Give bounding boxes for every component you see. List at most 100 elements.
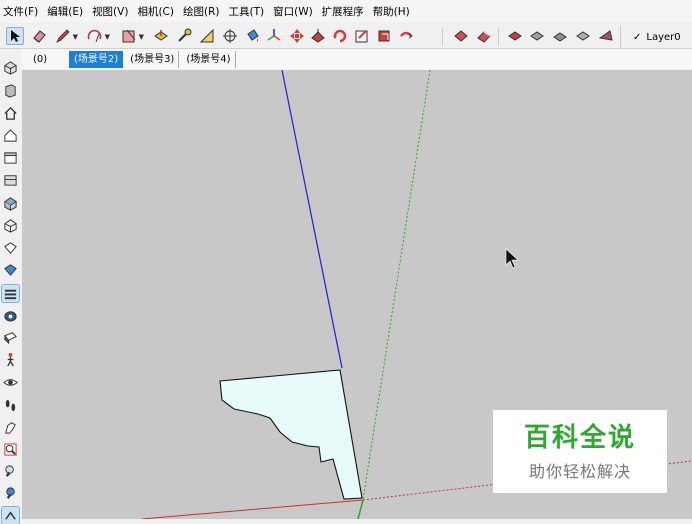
solid-trim-button[interactable] bbox=[528, 27, 546, 45]
current-layer-label: Layer0 bbox=[646, 31, 681, 43]
hidden-line-style-button[interactable] bbox=[2, 239, 19, 256]
magnifier-icon bbox=[5, 465, 14, 477]
menu-draw[interactable]: 绘图(R) bbox=[180, 4, 226, 19]
crosshair-icon bbox=[223, 29, 237, 43]
box-icon bbox=[5, 84, 16, 98]
shaded-style-button[interactable] bbox=[2, 261, 19, 278]
position-camera-button[interactable] bbox=[2, 419, 19, 436]
offset-tool-button[interactable] bbox=[175, 27, 193, 45]
solid-shell-button[interactable] bbox=[574, 27, 592, 45]
move-tool-button[interactable] bbox=[288, 27, 306, 45]
walk-tool-button[interactable] bbox=[2, 351, 19, 368]
offset-icon bbox=[178, 28, 192, 42]
toolbar-separator bbox=[498, 28, 499, 46]
eraser-tool-button[interactable] bbox=[30, 27, 48, 45]
eye-icon bbox=[3, 379, 18, 386]
select-tool-button[interactable] bbox=[6, 27, 24, 45]
menu-tools[interactable]: 工具(T) bbox=[225, 4, 270, 19]
scale-tool-button[interactable] bbox=[309, 27, 327, 45]
axes-tool-button[interactable] bbox=[265, 27, 283, 45]
outer-shell-tool-button[interactable] bbox=[375, 27, 393, 45]
menu-bar: 文件(F) 编辑(E) 视图(V) 相机(C) 绘图(R) 工具(T) 窗口(W… bbox=[0, 0, 692, 22]
rotate-tool-button[interactable] bbox=[331, 27, 349, 45]
follow-me-icon bbox=[355, 30, 368, 43]
monochrome-style-button[interactable] bbox=[2, 307, 19, 324]
walking-person-icon bbox=[7, 352, 14, 367]
section-plane-button[interactable] bbox=[2, 329, 19, 346]
menu-help[interactable]: 帮助(H) bbox=[370, 4, 416, 19]
left-view-button[interactable] bbox=[2, 171, 19, 188]
front-view-button[interactable] bbox=[2, 105, 19, 122]
shape-tool-button[interactable]: ▼ bbox=[120, 27, 144, 45]
look-around-button[interactable] bbox=[2, 374, 19, 391]
dropdown-arrow-icon[interactable]: ▼ bbox=[139, 33, 144, 41]
menu-window[interactable]: 窗口(W) bbox=[270, 4, 319, 19]
push-pull-tool-button[interactable] bbox=[152, 27, 170, 45]
previous-view-icon bbox=[5, 511, 16, 520]
xray-style-button[interactable] bbox=[2, 195, 19, 212]
union-button[interactable] bbox=[475, 27, 493, 45]
zoom-extents-icon bbox=[6, 487, 15, 499]
solid-split-button[interactable] bbox=[551, 27, 569, 45]
back-view-button[interactable] bbox=[2, 149, 19, 166]
arc-icon bbox=[87, 29, 102, 43]
orbit-tool-button[interactable] bbox=[221, 27, 239, 45]
scene-tabs-bar: (0) (场景号2) (场景号3) (场景号4) bbox=[22, 49, 692, 69]
solid-tools-icon bbox=[598, 30, 613, 41]
right-view-button[interactable] bbox=[2, 127, 19, 144]
menu-edit[interactable]: 编辑(E) bbox=[44, 4, 89, 19]
building-icon bbox=[4, 175, 17, 186]
house-icon bbox=[4, 106, 17, 120]
select-arrow-icon bbox=[11, 30, 20, 42]
previous-view-button[interactable] bbox=[1, 506, 20, 524]
store-icon bbox=[4, 152, 17, 164]
zoom-extents-button[interactable] bbox=[2, 485, 19, 502]
dropdown-arrow-icon[interactable]: ▼ bbox=[73, 33, 78, 41]
green-axis-dashed bbox=[362, 70, 431, 501]
cube-shaded-icon bbox=[4, 197, 17, 211]
scene-tab-4[interactable]: (场景号4) bbox=[181, 50, 236, 68]
menu-camera[interactable]: 相机(C) bbox=[134, 4, 180, 19]
checkmark-icon: ✓ bbox=[633, 31, 642, 43]
shaded-icon bbox=[4, 264, 17, 276]
arc-tool-button[interactable]: ▼ bbox=[86, 27, 110, 45]
tape-measure-tool-button[interactable] bbox=[198, 27, 216, 45]
menu-extensions[interactable]: 扩展程序 bbox=[319, 4, 370, 19]
molding-profile-face[interactable] bbox=[219, 369, 363, 500]
footprints-button[interactable] bbox=[2, 397, 19, 414]
scene-tab-3[interactable]: (场景号3) bbox=[125, 50, 180, 68]
solid-tools-button[interactable] bbox=[597, 27, 615, 45]
scene-tab-2[interactable]: (场景号2) bbox=[69, 50, 124, 68]
dropdown-arrow-icon[interactable]: ▼ bbox=[105, 33, 110, 41]
iso-view-button[interactable] bbox=[2, 59, 19, 76]
subtract-icon bbox=[508, 31, 522, 41]
follow-me-tool-button[interactable] bbox=[353, 27, 371, 45]
outer-shell-icon bbox=[378, 30, 390, 42]
section-plane-icon bbox=[4, 332, 17, 345]
solid-subtract-button[interactable] bbox=[506, 27, 524, 45]
wireframe-icon bbox=[4, 219, 17, 233]
mouse-cursor-icon bbox=[505, 248, 519, 269]
toolbar-separator bbox=[442, 28, 443, 46]
zoom-window-button[interactable] bbox=[2, 441, 19, 458]
shell-icon bbox=[576, 31, 590, 41]
scene-tab-0[interactable]: (0) bbox=[28, 51, 67, 68]
wireframe-style-button[interactable] bbox=[2, 217, 19, 234]
top-view-button[interactable] bbox=[2, 82, 19, 99]
layer-selector[interactable]: ✓ Layer0 bbox=[620, 26, 692, 48]
menu-view[interactable]: 视图(V) bbox=[89, 4, 134, 19]
textured-style-button[interactable] bbox=[1, 284, 20, 303]
intersect-button[interactable] bbox=[452, 27, 470, 45]
flip-tool-button[interactable] bbox=[397, 27, 415, 45]
menu-file[interactable]: 文件(F) bbox=[0, 4, 44, 19]
hidden-line-icon bbox=[4, 242, 17, 254]
paint-bucket-tool-button[interactable] bbox=[244, 27, 262, 45]
zoom-button[interactable] bbox=[2, 463, 19, 480]
left-toolbar bbox=[0, 49, 22, 524]
layers-icon bbox=[4, 289, 17, 300]
zoom-window-icon bbox=[4, 443, 17, 456]
line-tool-button[interactable]: ▼ bbox=[54, 27, 78, 45]
iso-view-icon bbox=[4, 61, 17, 75]
intersect-icon bbox=[454, 30, 468, 42]
eraser-icon bbox=[33, 30, 46, 43]
